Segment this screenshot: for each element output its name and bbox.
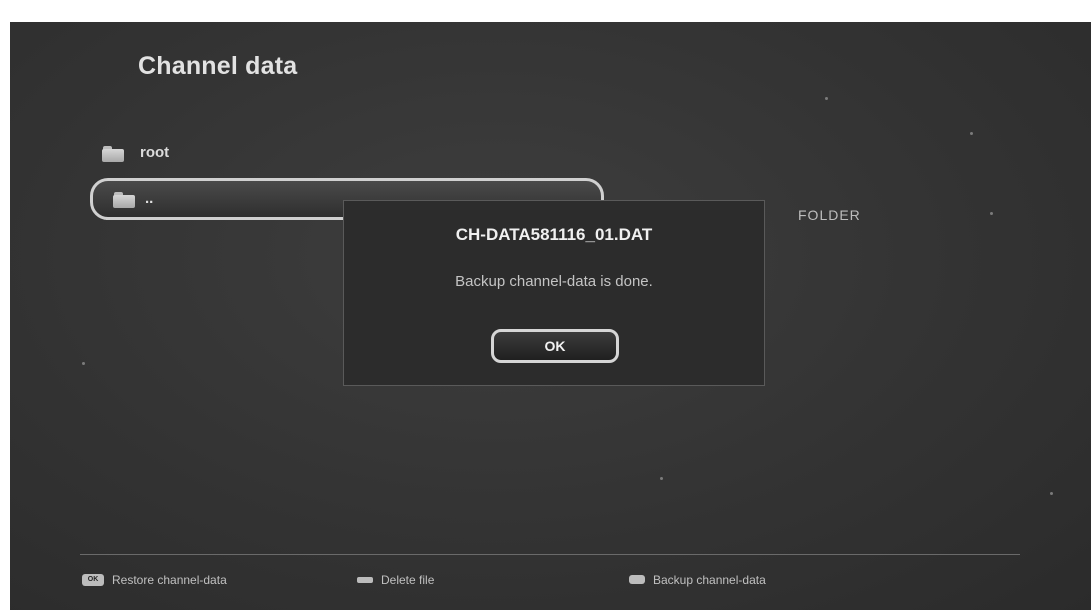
folder-open-icon — [113, 192, 135, 208]
tv-screen: Channel data root .. FOLDER CH-DATA58111… — [10, 22, 1091, 610]
ok-key-icon: OK — [82, 573, 104, 586]
list-item-label: .. — [145, 190, 154, 207]
list-item-root[interactable]: root — [102, 142, 402, 166]
item-type-label: FOLDER — [798, 207, 861, 223]
noise-speck — [1050, 492, 1053, 495]
selection-underline — [106, 217, 304, 220]
noise-speck — [660, 477, 663, 480]
noise-speck — [990, 212, 993, 215]
restore-label: Restore channel-data — [112, 572, 227, 587]
noise-speck — [825, 97, 828, 100]
folder-icon — [102, 146, 124, 162]
list-item-label: root — [140, 144, 170, 161]
backup-label: Backup channel-data — [653, 572, 766, 587]
color-key-icon — [629, 575, 645, 585]
minus-key-icon — [357, 576, 373, 583]
dialog-filename: CH-DATA581116_01.DAT — [455, 225, 653, 244]
restore-channel-data-hint[interactable]: OK Restore channel-data — [82, 572, 227, 590]
footer-divider — [80, 554, 1020, 555]
backup-channel-data-hint[interactable]: Backup channel-data — [629, 572, 766, 590]
noise-speck — [82, 362, 85, 365]
backup-complete-dialog: CH-DATA581116_01.DAT Backup channel-data… — [343, 200, 765, 386]
delete-label: Delete file — [381, 572, 435, 587]
noise-speck — [970, 132, 973, 135]
page-title: Channel data — [138, 52, 298, 80]
dialog-message: Backup channel-data is done. — [455, 273, 653, 290]
ok-button[interactable]: OK — [491, 329, 619, 363]
delete-file-hint[interactable]: Delete file — [357, 572, 434, 590]
